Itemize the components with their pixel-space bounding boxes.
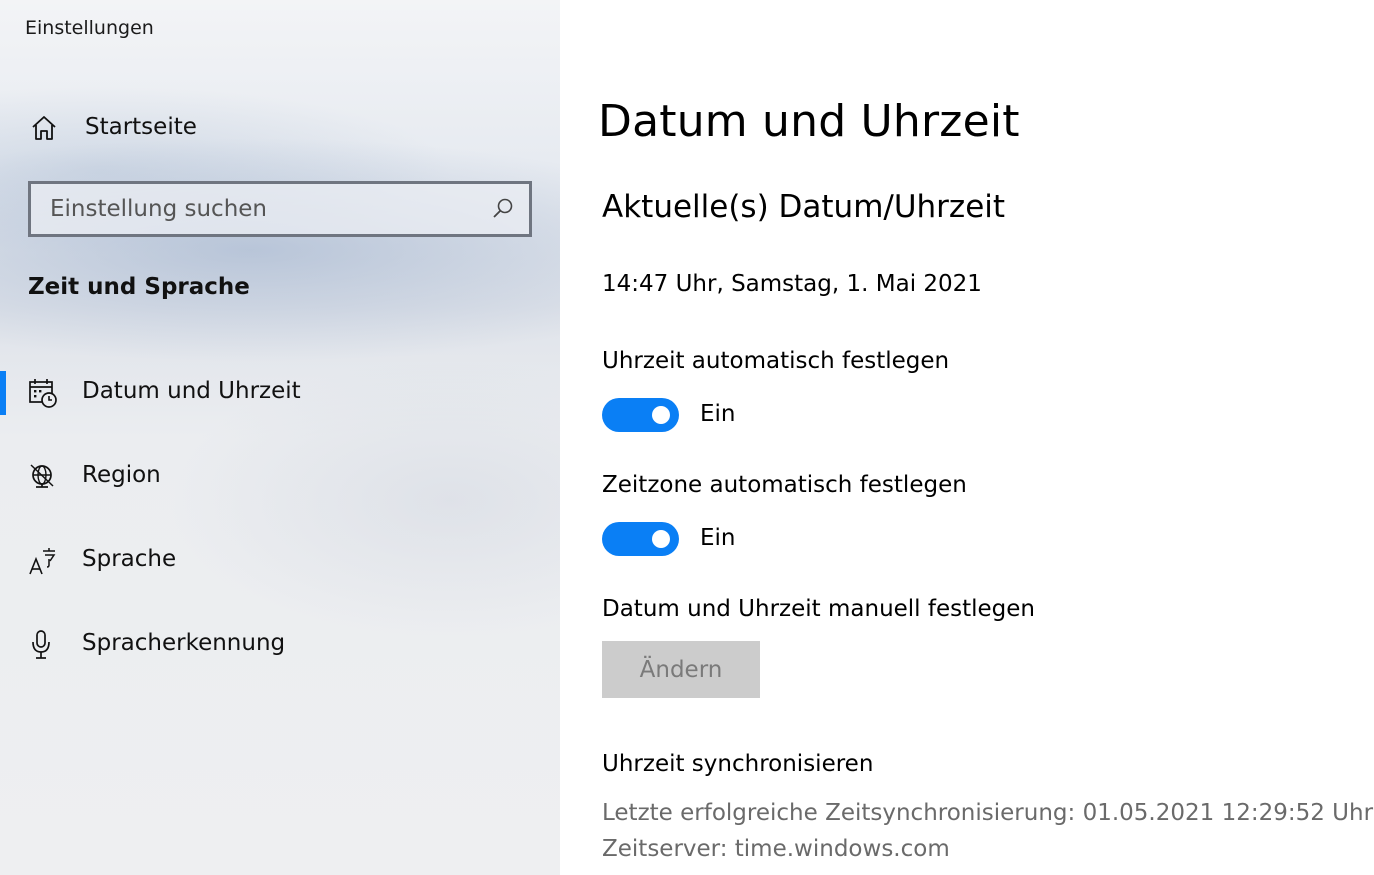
time-server-info: Zeitserver: time.windows.com (602, 836, 950, 862)
sidebar-item-label: Spracherkennung (82, 630, 286, 656)
nav-home[interactable]: Startseite (0, 104, 560, 150)
auto-timezone-label: Zeitzone automatisch festlegen (602, 472, 967, 498)
window-title: Einstellungen (25, 17, 154, 39)
microphone-icon (32, 630, 50, 659)
change-button[interactable]: Ändern (602, 641, 760, 698)
sidebar-item-region[interactable]: Region (0, 449, 560, 505)
sidebar-item-language[interactable]: Sprache (0, 533, 560, 589)
language-icon (29, 548, 56, 575)
auto-timezone-toggle[interactable] (602, 522, 679, 556)
sidebar-item-speech[interactable]: Spracherkennung (0, 617, 560, 673)
main-content: Datum und Uhrzeit Aktuelle(s) Datum/Uhrz… (560, 0, 1374, 875)
current-datetime-heading: Aktuelle(s) Datum/Uhrzeit (602, 189, 1006, 225)
manual-datetime-label: Datum und Uhrzeit manuell festlegen (602, 596, 1036, 622)
auto-time-toggle[interactable] (602, 398, 679, 432)
page-title: Datum und Uhrzeit (598, 96, 1020, 147)
toggle-knob (652, 530, 670, 548)
sidebar-item-date-time[interactable]: Datum und Uhrzeit (0, 365, 560, 421)
home-icon (32, 116, 56, 140)
auto-timezone-state: Ein (700, 525, 736, 551)
sync-title: Uhrzeit synchronisieren (602, 751, 874, 777)
current-datetime: 14:47 Uhr, Samstag, 1. Mai 2021 (602, 271, 982, 297)
globe-icon (30, 464, 54, 488)
search-box[interactable] (28, 181, 532, 237)
search-input[interactable] (31, 184, 529, 234)
section-title: Zeit und Sprache (28, 274, 250, 300)
sidebar-item-label: Region (82, 462, 161, 488)
sidebar-item-label: Sprache (82, 546, 177, 572)
sidebar: Einstellungen Startseite Zeit und Sprach… (0, 0, 560, 875)
search-icon[interactable] (491, 197, 515, 221)
sidebar-item-label: Datum und Uhrzeit (82, 378, 301, 404)
last-sync-info: Letzte erfolgreiche Zeitsynchronisierung… (602, 800, 1374, 826)
toggle-knob (652, 406, 670, 424)
auto-time-label: Uhrzeit automatisch festlegen (602, 348, 950, 374)
nav-home-label: Startseite (85, 114, 197, 140)
calendar-clock-icon (29, 379, 57, 408)
auto-time-state: Ein (700, 401, 736, 427)
